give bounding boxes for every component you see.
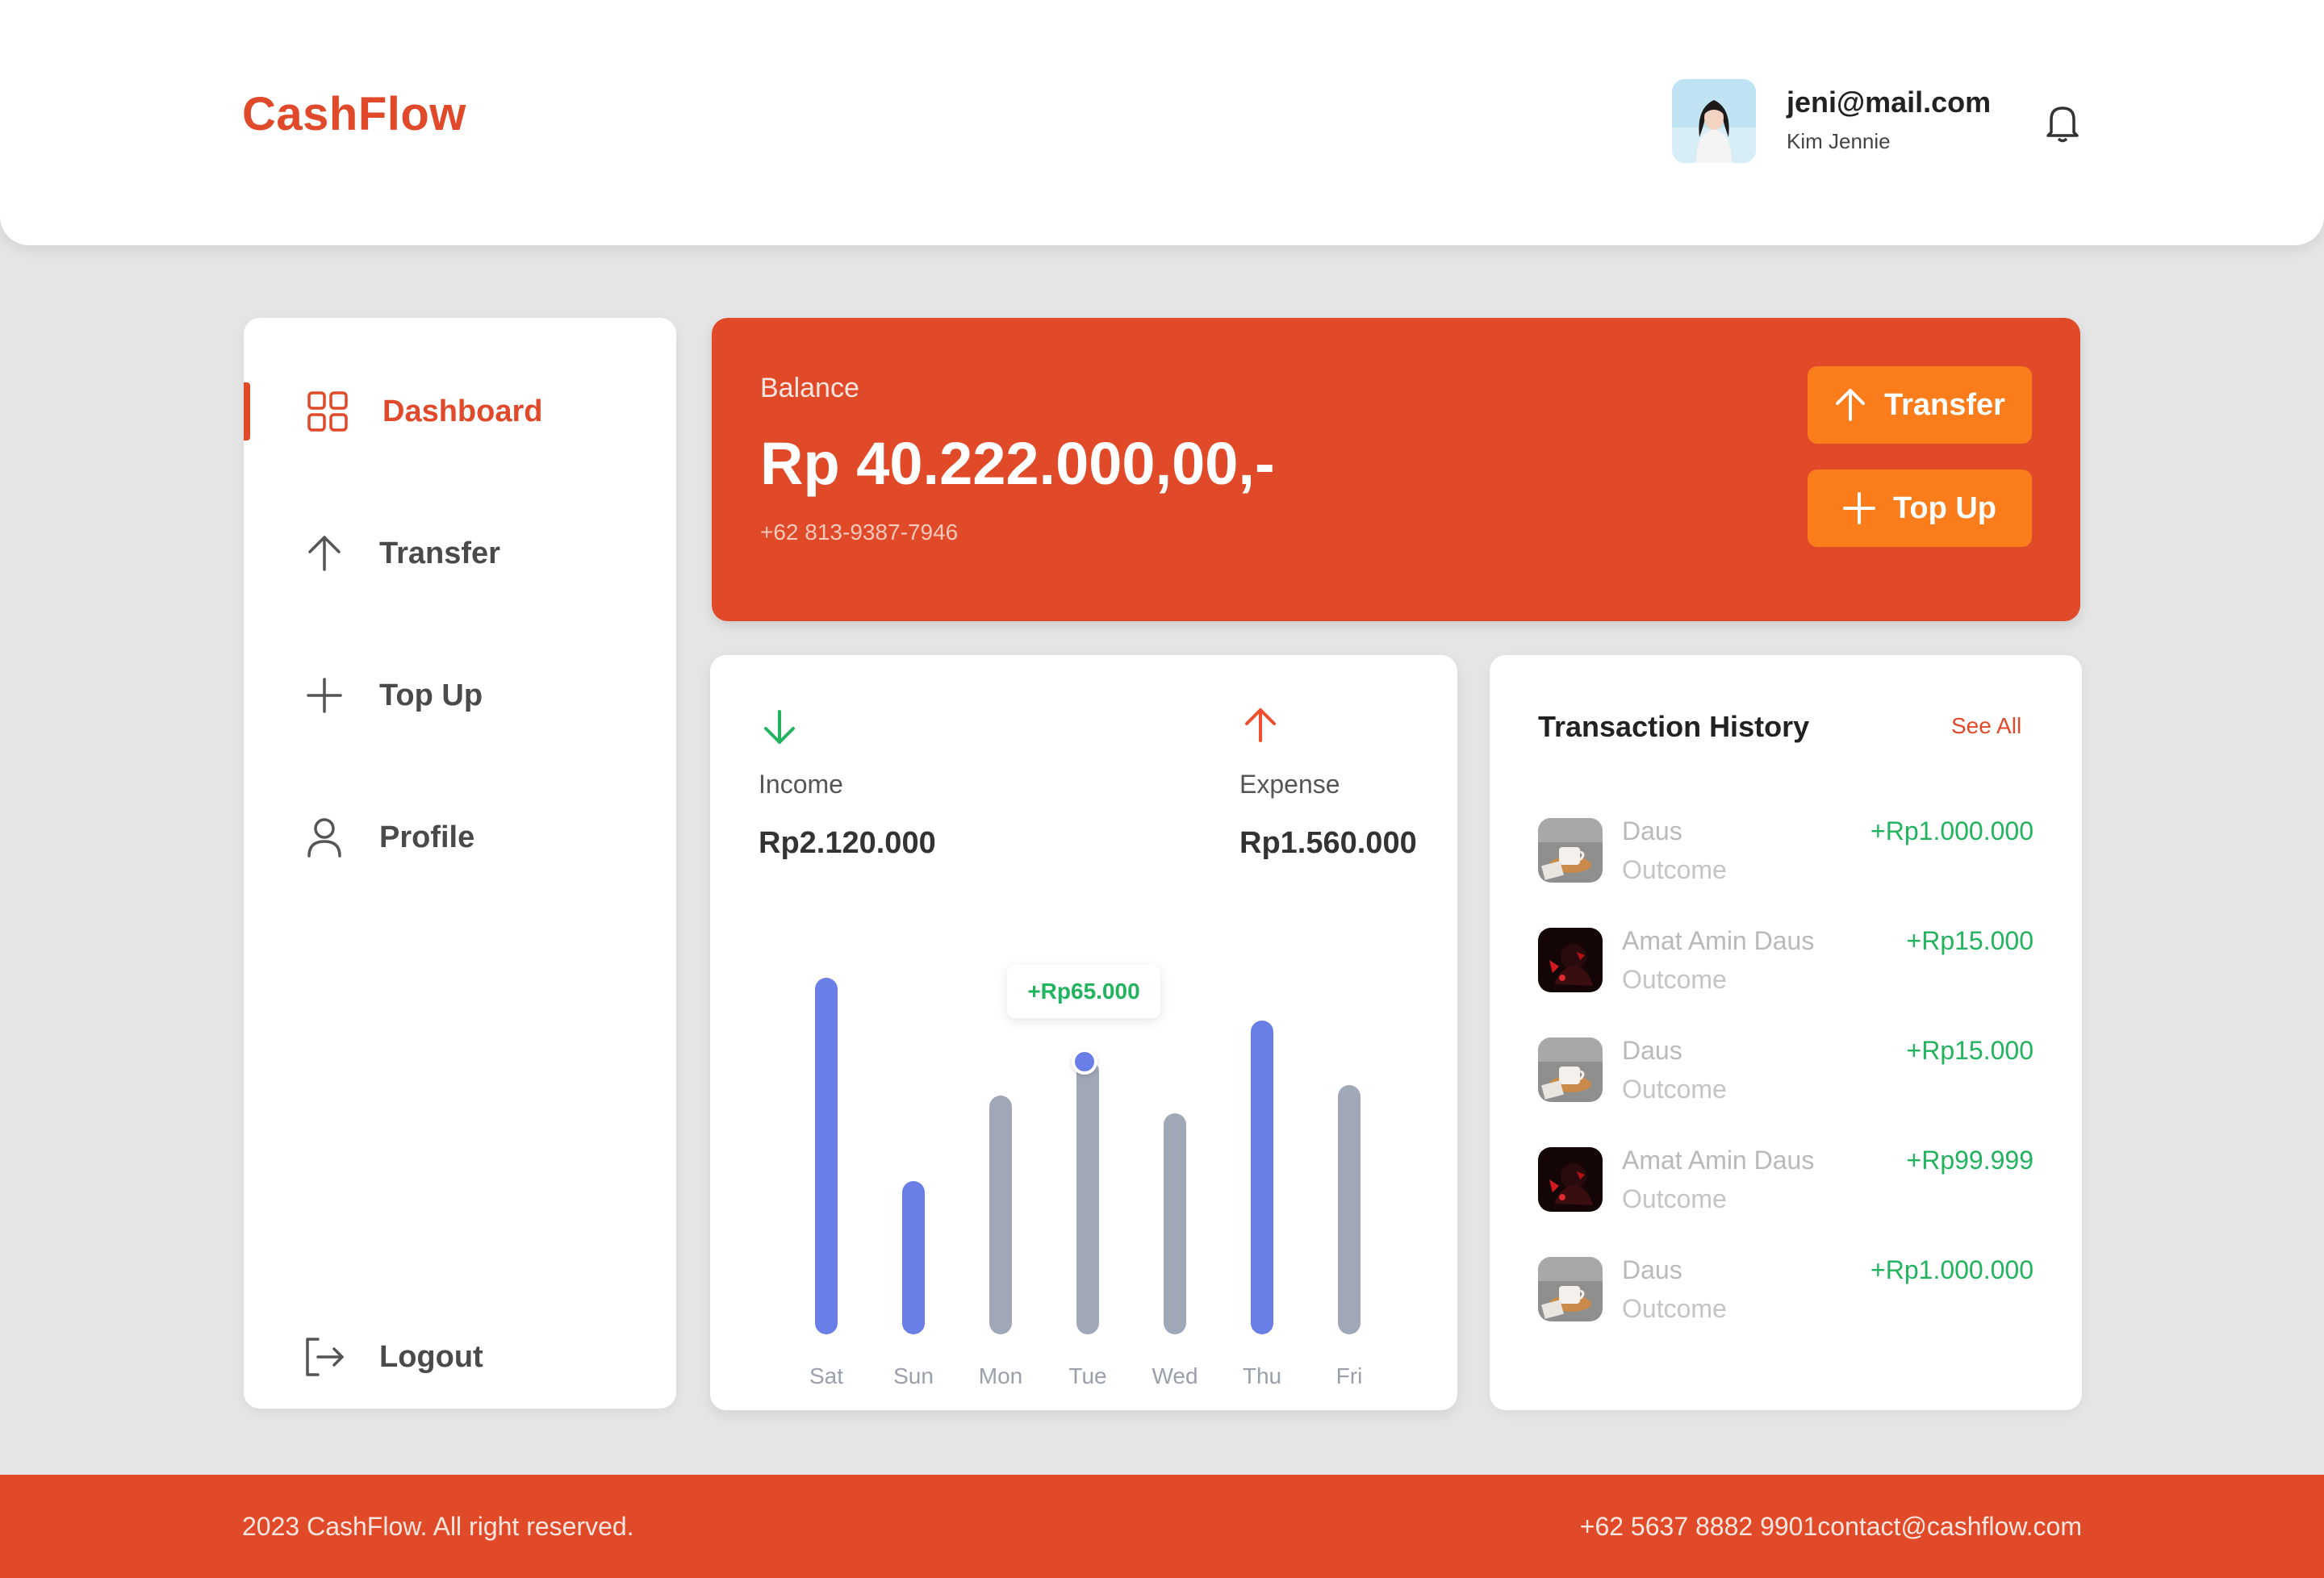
chart-x-label: Tue [1068,1363,1107,1388]
balance-amount: Rp 40.222.000,00,- [760,430,1275,497]
chart-x-label: Sat [809,1363,844,1388]
chart-x-label: Sun [893,1363,934,1388]
transfer-button-label: Transfer [1884,387,2005,422]
transaction-row[interactable]: Amat Amin Daus Outcome +Rp15.000 [1538,926,2034,1007]
income-label: Income [759,770,843,799]
chart-bar-fri[interactable] [1338,1085,1361,1334]
chart-tooltip: +Rp65.000 [1007,965,1160,1018]
arrow-up-icon [302,531,347,576]
transaction-avatar [1538,1147,1603,1212]
topup-button[interactable]: Top Up [1808,470,2032,547]
transaction-row[interactable]: Amat Amin Daus Outcome +Rp99.999 [1538,1146,2034,1226]
chart-x-label: Mon [978,1363,1023,1388]
user-name: Kim Jennie [1787,129,1891,153]
transaction-avatar [1538,818,1603,883]
avatar[interactable] [1672,79,1756,163]
transaction-amount: +Rp15.000 [1906,1036,2034,1065]
plus-icon [302,673,347,718]
sidebar-item-transfer[interactable]: Transfer [302,521,500,586]
user-email: jeni@mail.com [1787,86,1992,119]
user-icon [302,815,347,860]
chart-bar-wed[interactable] [1164,1113,1186,1334]
bell-icon[interactable] [2045,102,2080,144]
transaction-amount: +Rp15.000 [1906,926,2034,955]
history-title: Transaction History [1538,710,1810,743]
chart-x-label: Wed [1152,1363,1198,1388]
sidebar-item-label: Profile [379,820,475,854]
chart-x-label: Fri [1335,1363,1363,1388]
transaction-type: Outcome [1622,855,1727,884]
sidebar-item-dashboard[interactable]: Dashboard [305,379,542,444]
grid-icon [305,389,350,434]
transaction-avatar [1538,1037,1603,1102]
sidebar-item-label: Transfer [379,536,500,570]
transaction-amount: +Rp1.000.000 [1870,816,2034,845]
expense-label: Expense [1239,770,1340,799]
plus-icon [1842,492,1875,524]
see-all-link[interactable]: See All [1951,713,2021,739]
logout-label: Logout [379,1339,483,1374]
sidebar-item-label: Dashboard [382,394,543,428]
footer-contact[interactable]: +62 5637 8882 9901contact@cashflow.com [1578,1512,2082,1542]
app-logo[interactable]: CashFlow [242,87,466,141]
active-indicator [244,382,250,440]
chart-bar-sun[interactable] [902,1181,925,1334]
transaction-name: Amat Amin Daus [1622,926,1815,955]
transaction-amount: +Rp99.999 [1906,1146,2034,1175]
transaction-avatar [1538,1257,1603,1321]
phone-number: +62 813-9387-7946 [760,520,959,545]
topup-button-label: Top Up [1892,491,1997,525]
chart-x-label: Thu [1242,1363,1282,1388]
logout-icon [302,1334,347,1380]
sidebar-item-label: Top Up [379,678,483,712]
transaction-amount: +Rp1.000.000 [1870,1255,2034,1284]
transaction-avatar [1538,928,1603,992]
transaction-name: Daus [1622,816,1682,845]
arrow-up-icon [1836,389,1866,421]
transaction-row[interactable]: Daus Outcome +Rp15.000 [1538,1036,2034,1117]
chart-hover-dot [1072,1049,1097,1075]
transaction-type: Outcome [1622,1294,1727,1323]
balance-label: Balance [760,373,859,403]
arrow-up-icon [1243,707,1278,748]
transaction-name: Daus [1622,1036,1682,1065]
expense-value: Rp1.560.000 [1239,826,1417,860]
transaction-type: Outcome [1622,1075,1727,1104]
transaction-type: Outcome [1622,965,1727,994]
logout-button[interactable]: Logout [302,1325,483,1389]
chart-bar-sat[interactable] [815,978,838,1334]
transaction-name: Amat Amin Daus [1622,1146,1815,1175]
transaction-row[interactable]: Daus Outcome +Rp1.000.000 [1538,816,2034,897]
transaction-row[interactable]: Daus Outcome +Rp1.000.000 [1538,1255,2034,1336]
sidebar-item-topup[interactable]: Top Up [302,663,483,728]
transaction-type: Outcome [1622,1184,1727,1213]
arrow-down-icon [762,708,797,749]
footer-copyright: 2023 CashFlow. All right reserved. [242,1512,634,1541]
chart-bar-mon[interactable] [989,1096,1012,1334]
transfer-button[interactable]: Transfer [1808,366,2032,444]
transaction-name: Daus [1622,1255,1682,1284]
chart-bar-tue[interactable] [1076,1060,1099,1334]
chart-bar-thu[interactable] [1251,1021,1273,1334]
sidebar-item-profile[interactable]: Profile [302,805,474,870]
income-value: Rp2.120.000 [759,826,936,860]
